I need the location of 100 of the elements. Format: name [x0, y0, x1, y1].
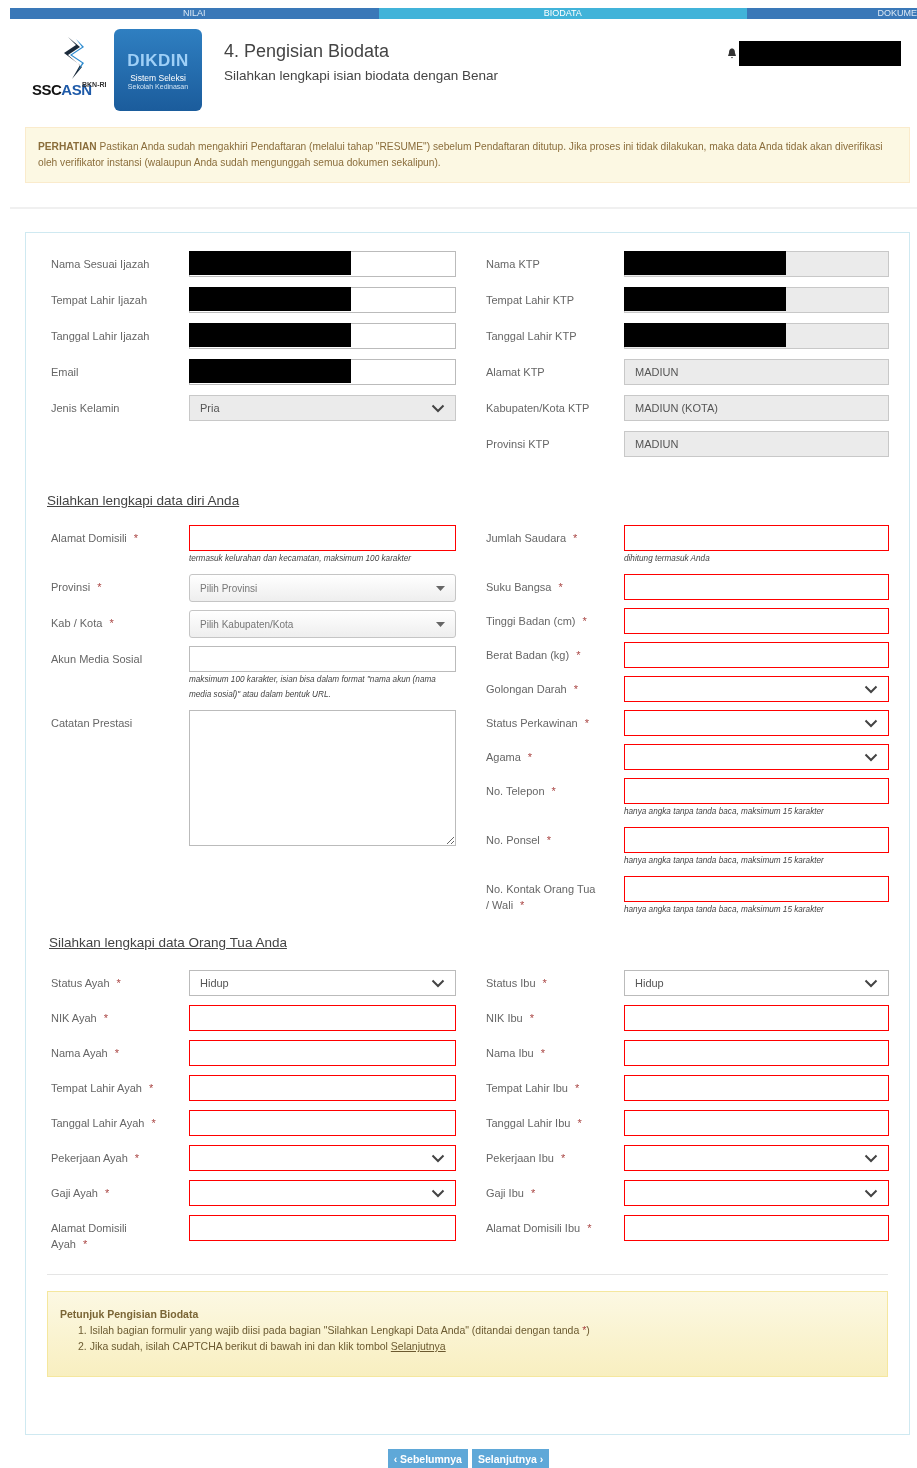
- chevron-down-icon: [864, 752, 878, 762]
- text-field[interactable]: [624, 642, 889, 668]
- select-field[interactable]: [624, 1180, 889, 1206]
- text-field[interactable]: [624, 608, 889, 634]
- select-field[interactable]: [189, 1180, 456, 1206]
- field-label: NIK Ayah *: [51, 1011, 109, 1026]
- field-label: Nama Ayah *: [51, 1046, 120, 1061]
- select-field[interactable]: [624, 710, 889, 736]
- chevron-down-icon: [431, 978, 445, 988]
- warning-notice: PERHATIAN Pastikan Anda sudah mengakhiri Pendaftaran (melalui tahap "RESUME") sebelum Pendaftaran ditutup. Jika proses ini tidak dilakukan, maka data Anda tidak akan diverifikasi oleh verifikator instansi (walaupun Anda sudah mengunggah semua dokumen sekalipun).: [25, 127, 910, 183]
- text-field[interactable]: MADIUN (KOTA): [624, 395, 889, 421]
- field-label: Pekerjaan Ayah *: [51, 1151, 141, 1166]
- text-field[interactable]: [624, 778, 889, 804]
- bell-icon[interactable]: [727, 48, 737, 59]
- progress-step[interactable]: NILAI: [10, 8, 379, 19]
- select-field[interactable]: [189, 1145, 456, 1171]
- text-field[interactable]: [624, 574, 889, 600]
- field-label: Alamat Domisili Ibu *: [486, 1221, 593, 1236]
- text-field[interactable]: [624, 1110, 889, 1136]
- caret-icon: [436, 621, 445, 627]
- text-field[interactable]: [189, 287, 456, 313]
- field-hint: dihitung termasuk Anda: [624, 553, 711, 565]
- field-label: Tinggi Badan (cm) *: [486, 614, 588, 629]
- text-field[interactable]: [189, 1215, 456, 1241]
- text-field[interactable]: [189, 525, 456, 551]
- text-field[interactable]: [624, 827, 889, 853]
- text-field[interactable]: MADIUN: [624, 359, 889, 385]
- text-field[interactable]: MADIUN: [624, 431, 889, 457]
- chevron-down-icon: [431, 403, 445, 413]
- field-label: Alamat Domisili *: [51, 531, 140, 546]
- field-hint: termasuk kelurahan dan kecamatan, maksimum 100 karakter: [189, 553, 413, 565]
- field-label: Provinsi *: [51, 580, 103, 595]
- badge-subtitle: Sistem Seleksi: [130, 72, 186, 83]
- field-label: Suku Bangsa *: [486, 580, 564, 595]
- page-subtitle: Silahkan lengkapi isian biodata dengan Benar: [224, 68, 498, 83]
- field-label: No. Kontak Orang Tua / Wali *: [486, 882, 597, 913]
- section-title-link[interactable]: Silahkan lengkapi data Orang Tua Anda: [49, 935, 287, 950]
- select-field[interactable]: [624, 676, 889, 702]
- text-field[interactable]: [624, 876, 889, 902]
- text-field[interactable]: [624, 1075, 889, 1101]
- select-field[interactable]: Pria: [189, 395, 456, 421]
- field-label: Gaji Ibu *: [486, 1186, 537, 1201]
- field-label: Agama *: [486, 750, 534, 765]
- field-label: Golongan Darah *: [486, 682, 579, 697]
- text-field[interactable]: [624, 1040, 889, 1066]
- text-field[interactable]: [624, 251, 889, 277]
- field-label: Tanggal Lahir Ijazah: [51, 329, 151, 344]
- field-label: Pekerjaan Ibu *: [486, 1151, 567, 1166]
- field-label: NIK Ibu *: [486, 1011, 535, 1026]
- field-label: Catatan Prestasi: [51, 716, 134, 731]
- text-field[interactable]: [624, 1215, 889, 1241]
- select-field[interactable]: [624, 744, 889, 770]
- chevron-down-icon: [864, 1153, 878, 1163]
- text-field[interactable]: [624, 525, 889, 551]
- field-label: Nama Ibu *: [486, 1046, 546, 1061]
- text-field[interactable]: [189, 1075, 456, 1101]
- field-label: Jumlah Saudara *: [486, 531, 579, 546]
- select-field[interactable]: Hidup: [624, 970, 889, 996]
- text-field[interactable]: [624, 1005, 889, 1031]
- field-label: Tanggal Lahir Ayah *: [51, 1116, 157, 1131]
- field-label: No. Ponsel *: [486, 833, 553, 848]
- section-title-link[interactable]: Silahkan lengkapi data diri Anda: [47, 493, 240, 508]
- field-hint: maksimum 100 karakter, isian bisa dalam format "nama akun (nama media sosial)" atau dalam bentuk URL.: [189, 674, 437, 701]
- dropdown-field[interactable]: Pilih Kabupaten/Kota: [189, 610, 456, 638]
- textarea-field[interactable]: [189, 710, 456, 846]
- field-label: Tempat Lahir Ijazah: [51, 293, 148, 308]
- field-label: Jenis Kelamin: [51, 401, 121, 416]
- field-label: Tanggal Lahir KTP: [486, 329, 578, 344]
- field-label: Berat Badan (kg) *: [486, 648, 582, 663]
- chevron-down-icon: [864, 978, 878, 988]
- text-field[interactable]: [189, 646, 456, 672]
- select-field[interactable]: Hidup: [189, 970, 456, 996]
- field-label: Gaji Ayah *: [51, 1186, 111, 1201]
- field-label: Status Perkawinan *: [486, 716, 590, 731]
- chevron-down-icon: [864, 1188, 878, 1198]
- chevron-down-icon: [431, 1153, 445, 1163]
- progress-step[interactable]: DOKUME: [747, 8, 917, 19]
- text-field[interactable]: [189, 1110, 456, 1136]
- text-field[interactable]: [189, 1040, 456, 1066]
- field-label: Status Ayah *: [51, 976, 122, 991]
- field-hint: hanya angka tanpa tanda baca, maksimum 15 karakter: [624, 855, 825, 867]
- chevron-down-icon: [864, 718, 878, 728]
- next-link[interactable]: Selanjutnya: [390, 1340, 446, 1352]
- text-field[interactable]: [624, 287, 889, 313]
- text-field[interactable]: [189, 1005, 456, 1031]
- field-label: Tempat Lahir KTP: [486, 293, 576, 308]
- text-field[interactable]: [189, 323, 456, 349]
- field-label: Tempat Lahir Ibu *: [486, 1081, 581, 1096]
- field-label: Akun Media Sosial: [51, 652, 144, 667]
- text-field[interactable]: [189, 251, 456, 277]
- field-label: Email: [51, 365, 80, 380]
- caret-icon: [436, 585, 445, 591]
- page-title: 4. Pengisian Biodata: [224, 41, 391, 62]
- field-hint: hanya angka tanpa tanda baca, maksimum 15 karakter: [624, 806, 825, 818]
- text-field[interactable]: [189, 359, 456, 385]
- field-label: Nama Sesuai Ijazah: [51, 257, 151, 272]
- dropdown-field[interactable]: Pilih Provinsi: [189, 574, 456, 602]
- text-field[interactable]: [624, 323, 889, 349]
- field-label: No. Telepon *: [486, 784, 557, 799]
- select-field[interactable]: [624, 1145, 889, 1171]
